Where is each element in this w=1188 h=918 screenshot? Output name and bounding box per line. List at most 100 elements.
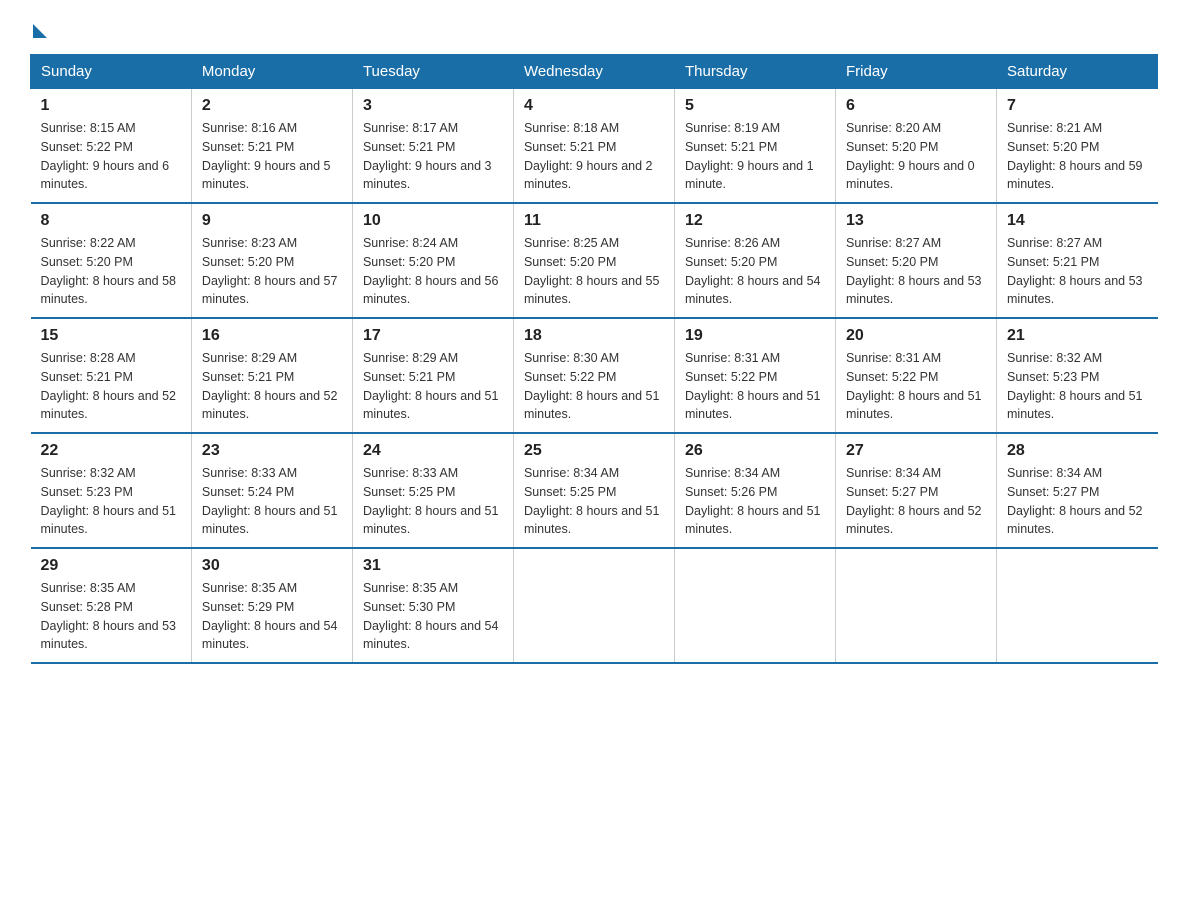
day-info: Sunrise: 8:20 AM Sunset: 5:20 PM Dayligh…: [846, 119, 986, 194]
day-cell: 30 Sunrise: 8:35 AM Sunset: 5:29 PM Dayl…: [191, 548, 352, 663]
day-cell: 10 Sunrise: 8:24 AM Sunset: 5:20 PM Dayl…: [352, 203, 513, 318]
week-row-5: 29 Sunrise: 8:35 AM Sunset: 5:28 PM Dayl…: [31, 548, 1158, 663]
day-number: 5: [685, 97, 825, 115]
day-number: 8: [41, 212, 181, 230]
week-row-4: 22 Sunrise: 8:32 AM Sunset: 5:23 PM Dayl…: [31, 433, 1158, 548]
day-cell: 6 Sunrise: 8:20 AM Sunset: 5:20 PM Dayli…: [835, 89, 996, 204]
header-row: SundayMondayTuesdayWednesdayThursdayFrid…: [31, 55, 1158, 89]
day-info: Sunrise: 8:34 AM Sunset: 5:25 PM Dayligh…: [524, 464, 664, 539]
day-cell: 4 Sunrise: 8:18 AM Sunset: 5:21 PM Dayli…: [513, 89, 674, 204]
day-number: 17: [363, 327, 503, 345]
day-number: 1: [41, 97, 181, 115]
day-cell: 31 Sunrise: 8:35 AM Sunset: 5:30 PM Dayl…: [352, 548, 513, 663]
day-number: 2: [202, 97, 342, 115]
calendar-table: SundayMondayTuesdayWednesdayThursdayFrid…: [30, 54, 1158, 664]
day-cell: [513, 548, 674, 663]
column-header-tuesday: Tuesday: [352, 55, 513, 89]
day-cell: 28 Sunrise: 8:34 AM Sunset: 5:27 PM Dayl…: [997, 433, 1158, 548]
day-cell: 24 Sunrise: 8:33 AM Sunset: 5:25 PM Dayl…: [352, 433, 513, 548]
day-cell: 19 Sunrise: 8:31 AM Sunset: 5:22 PM Dayl…: [674, 318, 835, 433]
day-cell: 7 Sunrise: 8:21 AM Sunset: 5:20 PM Dayli…: [997, 89, 1158, 204]
day-info: Sunrise: 8:28 AM Sunset: 5:21 PM Dayligh…: [41, 349, 181, 424]
day-number: 19: [685, 327, 825, 345]
day-number: 31: [363, 557, 503, 575]
day-info: Sunrise: 8:32 AM Sunset: 5:23 PM Dayligh…: [1007, 349, 1148, 424]
day-info: Sunrise: 8:26 AM Sunset: 5:20 PM Dayligh…: [685, 234, 825, 309]
day-number: 9: [202, 212, 342, 230]
day-number: 18: [524, 327, 664, 345]
day-number: 23: [202, 442, 342, 460]
logo-arrow-icon: [33, 24, 47, 38]
day-info: Sunrise: 8:17 AM Sunset: 5:21 PM Dayligh…: [363, 119, 503, 194]
day-number: 20: [846, 327, 986, 345]
day-number: 3: [363, 97, 503, 115]
day-number: 26: [685, 442, 825, 460]
page-header: [30, 20, 1158, 34]
day-cell: 17 Sunrise: 8:29 AM Sunset: 5:21 PM Dayl…: [352, 318, 513, 433]
day-cell: 5 Sunrise: 8:19 AM Sunset: 5:21 PM Dayli…: [674, 89, 835, 204]
day-info: Sunrise: 8:27 AM Sunset: 5:21 PM Dayligh…: [1007, 234, 1148, 309]
day-info: Sunrise: 8:22 AM Sunset: 5:20 PM Dayligh…: [41, 234, 181, 309]
day-info: Sunrise: 8:29 AM Sunset: 5:21 PM Dayligh…: [202, 349, 342, 424]
day-info: Sunrise: 8:27 AM Sunset: 5:20 PM Dayligh…: [846, 234, 986, 309]
column-header-wednesday: Wednesday: [513, 55, 674, 89]
day-cell: 22 Sunrise: 8:32 AM Sunset: 5:23 PM Dayl…: [31, 433, 192, 548]
logo: [30, 20, 47, 34]
day-info: Sunrise: 8:32 AM Sunset: 5:23 PM Dayligh…: [41, 464, 181, 539]
day-info: Sunrise: 8:33 AM Sunset: 5:24 PM Dayligh…: [202, 464, 342, 539]
day-info: Sunrise: 8:16 AM Sunset: 5:21 PM Dayligh…: [202, 119, 342, 194]
day-info: Sunrise: 8:25 AM Sunset: 5:20 PM Dayligh…: [524, 234, 664, 309]
day-cell: 15 Sunrise: 8:28 AM Sunset: 5:21 PM Dayl…: [31, 318, 192, 433]
column-header-monday: Monday: [191, 55, 352, 89]
day-info: Sunrise: 8:15 AM Sunset: 5:22 PM Dayligh…: [41, 119, 181, 194]
day-number: 14: [1007, 212, 1148, 230]
day-cell: [997, 548, 1158, 663]
day-cell: 23 Sunrise: 8:33 AM Sunset: 5:24 PM Dayl…: [191, 433, 352, 548]
day-cell: 14 Sunrise: 8:27 AM Sunset: 5:21 PM Dayl…: [997, 203, 1158, 318]
day-info: Sunrise: 8:31 AM Sunset: 5:22 PM Dayligh…: [846, 349, 986, 424]
day-info: Sunrise: 8:30 AM Sunset: 5:22 PM Dayligh…: [524, 349, 664, 424]
day-number: 25: [524, 442, 664, 460]
week-row-2: 8 Sunrise: 8:22 AM Sunset: 5:20 PM Dayli…: [31, 203, 1158, 318]
day-cell: 2 Sunrise: 8:16 AM Sunset: 5:21 PM Dayli…: [191, 89, 352, 204]
day-info: Sunrise: 8:23 AM Sunset: 5:20 PM Dayligh…: [202, 234, 342, 309]
day-cell: [835, 548, 996, 663]
day-info: Sunrise: 8:29 AM Sunset: 5:21 PM Dayligh…: [363, 349, 503, 424]
day-cell: 3 Sunrise: 8:17 AM Sunset: 5:21 PM Dayli…: [352, 89, 513, 204]
day-number: 6: [846, 97, 986, 115]
day-cell: 20 Sunrise: 8:31 AM Sunset: 5:22 PM Dayl…: [835, 318, 996, 433]
day-cell: 13 Sunrise: 8:27 AM Sunset: 5:20 PM Dayl…: [835, 203, 996, 318]
day-number: 4: [524, 97, 664, 115]
day-info: Sunrise: 8:19 AM Sunset: 5:21 PM Dayligh…: [685, 119, 825, 194]
day-number: 27: [846, 442, 986, 460]
day-cell: 18 Sunrise: 8:30 AM Sunset: 5:22 PM Dayl…: [513, 318, 674, 433]
week-row-3: 15 Sunrise: 8:28 AM Sunset: 5:21 PM Dayl…: [31, 318, 1158, 433]
day-cell: 26 Sunrise: 8:34 AM Sunset: 5:26 PM Dayl…: [674, 433, 835, 548]
day-info: Sunrise: 8:34 AM Sunset: 5:26 PM Dayligh…: [685, 464, 825, 539]
day-cell: 21 Sunrise: 8:32 AM Sunset: 5:23 PM Dayl…: [997, 318, 1158, 433]
column-header-thursday: Thursday: [674, 55, 835, 89]
day-number: 29: [41, 557, 181, 575]
day-number: 10: [363, 212, 503, 230]
day-number: 21: [1007, 327, 1148, 345]
day-cell: [674, 548, 835, 663]
day-number: 12: [685, 212, 825, 230]
day-cell: 8 Sunrise: 8:22 AM Sunset: 5:20 PM Dayli…: [31, 203, 192, 318]
day-cell: 9 Sunrise: 8:23 AM Sunset: 5:20 PM Dayli…: [191, 203, 352, 318]
day-info: Sunrise: 8:33 AM Sunset: 5:25 PM Dayligh…: [363, 464, 503, 539]
day-number: 15: [41, 327, 181, 345]
day-info: Sunrise: 8:35 AM Sunset: 5:28 PM Dayligh…: [41, 579, 181, 654]
day-number: 11: [524, 212, 664, 230]
day-info: Sunrise: 8:18 AM Sunset: 5:21 PM Dayligh…: [524, 119, 664, 194]
column-header-friday: Friday: [835, 55, 996, 89]
column-header-sunday: Sunday: [31, 55, 192, 89]
day-cell: 1 Sunrise: 8:15 AM Sunset: 5:22 PM Dayli…: [31, 89, 192, 204]
day-cell: 25 Sunrise: 8:34 AM Sunset: 5:25 PM Dayl…: [513, 433, 674, 548]
day-info: Sunrise: 8:34 AM Sunset: 5:27 PM Dayligh…: [1007, 464, 1148, 539]
column-header-saturday: Saturday: [997, 55, 1158, 89]
day-cell: 11 Sunrise: 8:25 AM Sunset: 5:20 PM Dayl…: [513, 203, 674, 318]
day-cell: 16 Sunrise: 8:29 AM Sunset: 5:21 PM Dayl…: [191, 318, 352, 433]
day-info: Sunrise: 8:24 AM Sunset: 5:20 PM Dayligh…: [363, 234, 503, 309]
day-number: 16: [202, 327, 342, 345]
day-number: 7: [1007, 97, 1148, 115]
